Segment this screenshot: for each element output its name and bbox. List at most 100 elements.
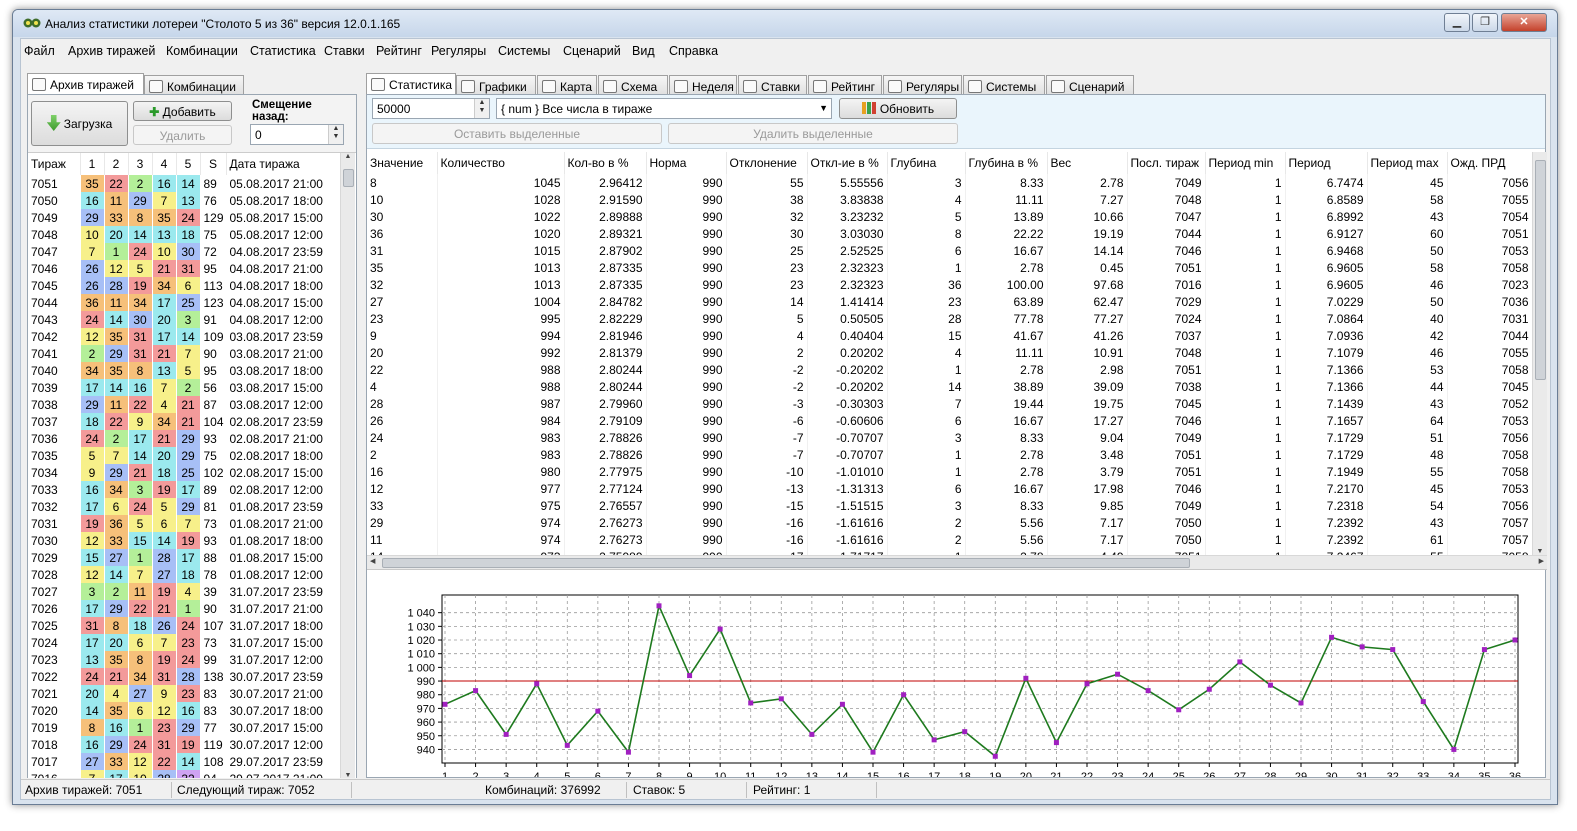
archive-scroll-thumb[interactable] xyxy=(343,169,354,187)
stats-row[interactable]: 22 988 2.80244 990 -2 -0.20202 1 2.78 2.98 7051 1 7… xyxy=(367,361,1533,378)
stats-col-header[interactable]: Вес xyxy=(1047,152,1128,174)
archive-scrollbar[interactable]: ▲ ▼ xyxy=(340,153,355,778)
menu-item-0[interactable]: Файл xyxy=(24,44,55,58)
stats-row[interactable]: 12 977 2.77124 990 -13 -1.31313 6 16.67 17.98 704… xyxy=(367,480,1533,497)
archive-col-header[interactable]: 2 xyxy=(104,153,129,175)
data-point[interactable] xyxy=(1084,681,1090,687)
data-point[interactable] xyxy=(1451,746,1457,752)
archive-row[interactable]: 7028 12 14 7 27 18 78 01.08.2017 12:00 xyxy=(28,566,341,583)
restore-button[interactable]: ❐ xyxy=(1472,13,1498,32)
right-tab-5[interactable]: Ставки xyxy=(738,75,807,96)
stats-row[interactable]: 31 1015 2.87902 990 25 2.52525 6 16.67 14.14 7046… xyxy=(367,242,1533,259)
stats-row[interactable]: 29 974 2.76273 990 -16 -1.61616 2 5.56 7.17 7050 1… xyxy=(367,514,1533,531)
stats-col-header[interactable]: Норма xyxy=(646,152,727,174)
right-tab-0[interactable]: Статистика xyxy=(366,73,456,96)
load-button[interactable]: Загрузка xyxy=(31,101,128,146)
data-point[interactable] xyxy=(1420,699,1426,705)
data-point[interactable] xyxy=(870,749,876,755)
menu-item-2[interactable]: Комбинации xyxy=(166,44,238,58)
archive-row[interactable]: 7049 29 33 8 35 24 129 05.08.2017 15:00 xyxy=(28,209,341,226)
right-tab-9[interactable]: Сценарий xyxy=(1046,75,1134,96)
right-tab-1[interactable]: Графики xyxy=(456,75,536,96)
stats-row[interactable]: 4 988 2.80244 990 -2 -0.20202 14 38.89 39.09 7038… xyxy=(367,378,1533,395)
archive-row[interactable]: 7027 3 2 11 19 4 39 31.07.2017 23:59 xyxy=(28,583,341,600)
archive-row[interactable]: 7044 36 11 34 17 25 123 04.08.2017 15:00 xyxy=(28,294,341,311)
data-point[interactable] xyxy=(1237,659,1243,665)
archive-row[interactable]: 7022 24 21 34 31 28 138 30.07.2017 23:59 xyxy=(28,668,341,685)
menu-item-4[interactable]: Ставки xyxy=(324,44,365,58)
archive-row[interactable]: 7033 16 34 3 19 17 89 02.08.2017 12:00 xyxy=(28,481,341,498)
archive-row[interactable]: 7035 5 7 14 20 29 75 02.08.2017 18:00 xyxy=(28,447,341,464)
archive-row[interactable]: 7024 17 20 6 7 23 73 31.07.2017 15:00 xyxy=(28,634,341,651)
data-point[interactable] xyxy=(1329,634,1335,640)
archive-row[interactable]: 7029 15 27 1 28 17 88 01.08.2017 15:00 xyxy=(28,549,341,566)
archive-row[interactable]: 7020 14 35 6 12 16 83 30.07.2017 18:00 xyxy=(28,702,341,719)
archive-row[interactable]: 7031 19 36 5 6 7 73 01.08.2017 21:00 xyxy=(28,515,341,532)
archive-row[interactable]: 7025 31 8 18 26 24 107 31.07.2017 18:00 xyxy=(28,617,341,634)
archive-row[interactable]: 7034 9 29 21 18 25 102 02.08.2017 15:00 xyxy=(28,464,341,481)
archive-row[interactable]: 7038 29 11 22 4 21 87 03.08.2017 12:00 xyxy=(28,396,341,413)
menu-item-10[interactable]: Справка xyxy=(669,44,718,58)
stats-row[interactable]: 32 1013 2.87335 990 23 2.32323 36 100.00 97.68 70… xyxy=(367,276,1533,293)
archive-row[interactable]: 7047 7 1 24 10 30 72 04.08.2017 23:59 xyxy=(28,243,341,260)
data-point[interactable] xyxy=(564,742,570,748)
stats-col-header[interactable]: Кол-во в % xyxy=(564,152,647,174)
stats-row[interactable]: 2 983 2.78826 990 -7 -0.70707 1 2.78 3.48 7051 1 7.… xyxy=(367,446,1533,463)
data-point[interactable] xyxy=(1267,682,1273,688)
archive-row[interactable]: 7019 8 16 1 23 29 77 30.07.2017 15:00 xyxy=(28,719,341,736)
menu-item-5[interactable]: Рейтинг xyxy=(376,44,422,58)
data-point[interactable] xyxy=(1298,700,1304,706)
stats-col-header[interactable]: Период max xyxy=(1367,152,1448,174)
count-spinner[interactable]: ▲ ▼ xyxy=(474,99,489,118)
menu-item-9[interactable]: Вид xyxy=(632,44,655,58)
menu-item-3[interactable]: Статистика xyxy=(250,44,316,58)
menu-item-8[interactable]: Сценарий xyxy=(563,44,621,58)
archive-col-header[interactable]: 4 xyxy=(152,153,177,175)
stats-row[interactable]: 9 994 2.81946 990 4 0.40404 15 41.67 41.26 7037 1 7… xyxy=(367,327,1533,344)
stats-row[interactable]: 26 984 2.79109 990 -6 -0.60606 6 16.67 17.27 7046… xyxy=(367,412,1533,429)
stats-row[interactable]: 28 987 2.79960 990 -3 -0.30303 7 19.44 19.75 7045… xyxy=(367,395,1533,412)
filter-select[interactable]: { num } Все числа в тираже ▼ xyxy=(496,98,832,119)
data-point[interactable] xyxy=(1115,671,1121,677)
archive-row[interactable]: 7043 24 14 30 20 3 91 04.08.2017 12:00 xyxy=(28,311,341,328)
menu-item-1[interactable]: Архив тиражей xyxy=(68,44,155,58)
archive-row[interactable]: 7051 35 22 2 16 14 89 05.08.2017 21:00 xyxy=(28,175,341,192)
archive-row[interactable]: 70167171028329429.07.2017 21:00 xyxy=(28,770,341,778)
data-point[interactable] xyxy=(931,737,937,743)
count-field[interactable]: 50000 ▲ ▼ xyxy=(372,98,490,119)
stats-row[interactable]: 36 1020 2.89321 990 30 3.03030 8 22.22 19.19 7044… xyxy=(367,225,1533,242)
archive-row[interactable]: 7017 27 33 12 22 14 108 29.07.2017 23:59 xyxy=(28,753,341,770)
stats-row[interactable]: 24 983 2.78826 990 -7 -0.70707 3 8.33 9.04 7049 1 7… xyxy=(367,429,1533,446)
archive-row[interactable]: 7023 13 35 8 19 24 99 31.07.2017 12:00 xyxy=(28,651,341,668)
stats-row[interactable]: 33 975 2.76557 990 -15 -1.51515 3 8.33 9.85 7049 1… xyxy=(367,497,1533,514)
archive-row[interactable]: 7039 17 14 16 7 2 56 03.08.2017 15:00 xyxy=(28,379,341,396)
data-point[interactable] xyxy=(595,708,601,714)
data-point[interactable] xyxy=(656,603,662,609)
archive-row[interactable]: 7048 10 20 14 13 18 75 05.08.2017 12:00 xyxy=(28,226,341,243)
archive-col-header[interactable]: 3 xyxy=(128,153,153,175)
keep-selected-button[interactable]: Оставить выделенные xyxy=(372,123,662,144)
data-point[interactable] xyxy=(992,753,998,759)
add-button[interactable]: ✚ Добавить xyxy=(133,101,232,121)
archive-row[interactable]: 7026 17 29 22 21 1 90 31.07.2017 21:00 xyxy=(28,600,341,617)
archive-row[interactable]: 7032 17 6 24 5 29 81 01.08.2017 23:59 xyxy=(28,498,341,515)
data-point[interactable] xyxy=(1390,647,1396,653)
stats-row[interactable]: 23 995 2.82229 990 5 0.50505 28 77.78 77.27 7024 1… xyxy=(367,310,1533,327)
archive-col-header[interactable]: Дата тиража xyxy=(226,153,341,175)
data-point[interactable] xyxy=(1206,686,1212,692)
right-tab-4[interactable]: Неделя xyxy=(669,75,737,96)
stats-col-header[interactable]: Отклонение xyxy=(726,152,808,174)
data-point[interactable] xyxy=(962,729,968,735)
data-point[interactable] xyxy=(1053,740,1059,746)
data-point[interactable] xyxy=(1359,644,1365,650)
stats-row[interactable]: 30 1022 2.89888 990 32 3.23232 5 13.89 10.66 7047… xyxy=(367,208,1533,225)
archive-col-header[interactable]: 5 xyxy=(176,153,201,175)
data-point[interactable] xyxy=(717,626,723,632)
stats-col-header[interactable]: Количество xyxy=(437,152,565,174)
data-point[interactable] xyxy=(839,701,845,707)
data-point[interactable] xyxy=(1145,688,1151,694)
data-point[interactable] xyxy=(1176,707,1182,713)
stats-col-header[interactable]: Период xyxy=(1285,152,1368,174)
archive-row[interactable]: 7046 26 12 5 21 31 95 04.08.2017 21:00 xyxy=(28,260,341,277)
delete-selected-button[interactable]: Удалить выделенные xyxy=(668,123,958,144)
